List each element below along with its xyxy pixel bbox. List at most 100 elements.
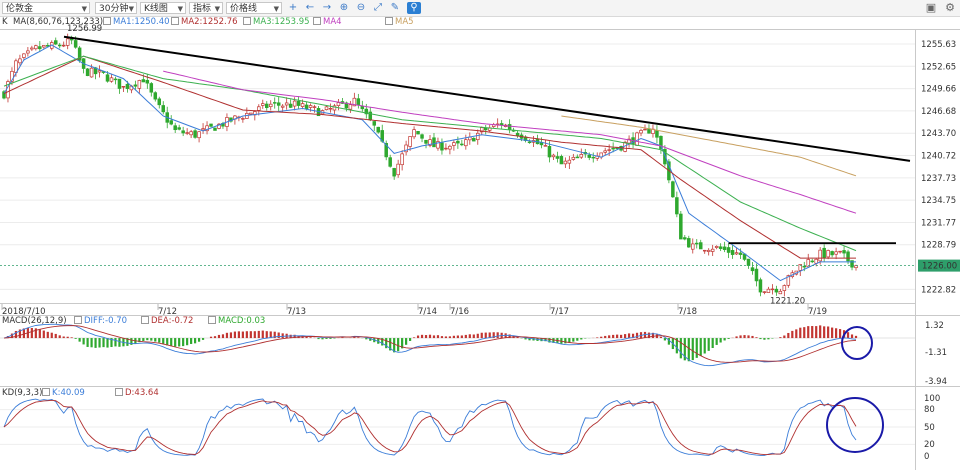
diff-line: [3, 323, 857, 367]
macd-tick: -3.94: [925, 377, 947, 387]
kd-tick: 80: [924, 405, 935, 415]
candle-body: [472, 137, 476, 142]
candle-body: [400, 153, 404, 166]
current-price-label: 1226.00: [922, 262, 957, 272]
candle-body: [272, 102, 277, 104]
date-tick: 7/14: [418, 307, 437, 317]
candle-body: [579, 154, 584, 158]
candle-body: [161, 105, 165, 113]
candle-body: [838, 250, 842, 253]
price-tick: 1240.72: [921, 152, 956, 162]
date-tick: 7/16: [450, 307, 469, 317]
price-tick: 1237.73: [921, 174, 956, 184]
candle-body: [814, 258, 818, 264]
candle-body: [241, 118, 245, 120]
candle-body: [507, 124, 512, 130]
candle-body: [448, 145, 452, 150]
candle-body: [464, 139, 468, 147]
kd-tick: 50: [924, 423, 935, 433]
candle-body: [679, 213, 683, 240]
ma1-line: [3, 44, 856, 282]
candle-body: [846, 251, 850, 262]
candle-body: [639, 130, 643, 134]
candle-body: [452, 142, 456, 146]
trendline: [63, 35, 911, 162]
candle-body: [276, 102, 281, 106]
candle-body: [714, 246, 719, 248]
candle-body: [547, 145, 552, 158]
candle-body: [157, 98, 162, 106]
candle-body: [18, 58, 22, 64]
candle-body: [296, 100, 301, 106]
candle-body: [826, 250, 830, 258]
candle-body: [726, 247, 731, 253]
candle-body: [109, 77, 114, 82]
candle-body: [145, 79, 150, 84]
grid: [0, 43, 915, 310]
candles: [2, 33, 858, 297]
candle-body: [802, 265, 807, 268]
candle-body: [515, 132, 520, 136]
ma3-line: [3, 55, 857, 252]
candle-body: [643, 128, 647, 131]
candle-body: [201, 128, 205, 131]
candle-body: [113, 78, 118, 81]
candle-body: [34, 45, 38, 50]
axes: 1255.63 1252.65 1249.66 1246.68 1243.70 1240.…: [2, 40, 960, 462]
date-tick: 7/12: [158, 307, 177, 317]
candle-body: [563, 160, 568, 165]
candle-body: [268, 103, 273, 108]
candle-body: [376, 126, 380, 133]
candle-body: [842, 250, 846, 254]
candle-body: [360, 106, 365, 110]
candle-body: [249, 112, 253, 115]
candle-body: [766, 288, 771, 293]
price-tick: 1222.82: [921, 285, 956, 295]
candle-body: [822, 247, 826, 259]
chart-canvas[interactable]: 1256.99 1221.20 1255.63 1252.65 1249.66 1246…: [0, 0, 960, 470]
candle-body: [261, 103, 265, 106]
candle-body: [770, 288, 775, 291]
candle-body: [89, 67, 94, 78]
kd-tick: 0: [924, 452, 929, 462]
candle-body: [65, 38, 70, 46]
candle-body: [559, 156, 564, 165]
candle-body: [834, 251, 838, 255]
candle-body: [209, 123, 213, 127]
candle-body: [420, 134, 424, 139]
candle-body: [97, 70, 102, 73]
candle-body: [738, 252, 743, 255]
candle-body: [710, 248, 715, 252]
low-label: 1221.20: [770, 297, 805, 307]
candle-body: [691, 243, 695, 250]
candle-body: [671, 181, 675, 198]
candle-body: [635, 132, 639, 146]
candle-body: [396, 163, 400, 176]
candle-body: [810, 260, 814, 263]
panel-frames: [0, 29, 960, 470]
candle-body: [117, 78, 122, 89]
candle-body: [750, 267, 755, 272]
candle-body: [42, 45, 46, 48]
candle-body: [181, 130, 185, 134]
candle-body: [444, 147, 448, 150]
price-tick: 1234.75: [921, 196, 956, 206]
candle-body: [675, 197, 679, 215]
candle-body: [571, 156, 576, 160]
candle-body: [683, 237, 687, 240]
candle-body: [197, 131, 201, 139]
candle-body: [746, 258, 751, 266]
date-tick: 7/19: [808, 307, 827, 317]
candle-body: [782, 285, 787, 291]
candle-body: [141, 79, 146, 83]
candle-body: [22, 53, 26, 58]
candle-body: [153, 92, 158, 100]
candle-body: [356, 98, 361, 105]
candle-body: [392, 168, 396, 177]
candle-body: [328, 107, 333, 110]
candle-body: [304, 104, 309, 110]
ma4-line: [163, 70, 857, 214]
price-tick: 1249.66: [921, 85, 956, 95]
candle-body: [575, 156, 580, 159]
candle-body: [73, 40, 78, 48]
